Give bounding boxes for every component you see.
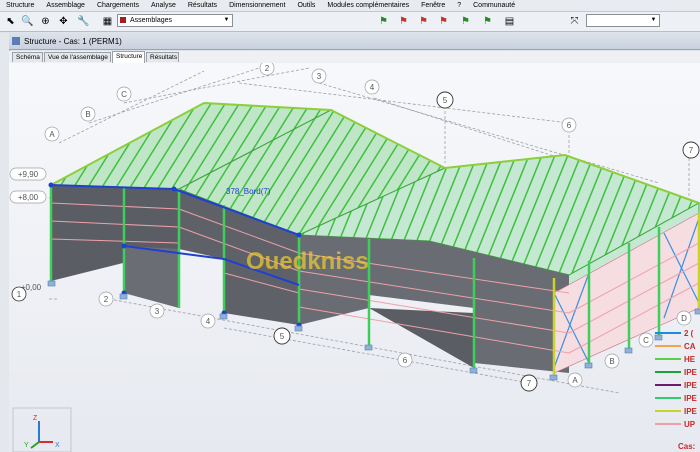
legend-item-6: IPE: [684, 394, 698, 403]
menu-chargements[interactable]: Chargements: [91, 0, 145, 11]
grid-6-top: 6: [567, 121, 572, 130]
profile-legend: 2 ( CA HE IPE IPE IPE IPE UP Cas:: [655, 329, 698, 451]
elevation-labels: +9,90 +8,00 +0,00: [9, 167, 47, 292]
layout-combo[interactable]: Assemblages ▼: [117, 14, 233, 27]
menu-help[interactable]: ?: [451, 0, 467, 11]
grid-3-bottom: 3: [155, 307, 160, 316]
grid-2-top: 2: [265, 64, 270, 73]
cursor-tool-icon[interactable]: ⤧: [566, 13, 583, 30]
secondary-combo[interactable]: ▼: [586, 14, 660, 27]
axis-triad: Z Y X: [12, 407, 72, 452]
grid-B-left: B: [85, 110, 90, 119]
legend-item-1: 2 (: [684, 329, 694, 338]
connection-tool-3-icon[interactable]: ⚑: [415, 13, 432, 30]
connection-tool-4-icon[interactable]: ⚑: [435, 13, 452, 30]
menu-communaute[interactable]: Communauté: [467, 0, 521, 11]
combo-value: Assemblages: [130, 17, 173, 24]
menu-resultats[interactable]: Résultats: [182, 0, 223, 11]
grid-5-top: 5: [443, 96, 448, 105]
tab-structure[interactable]: Structure: [112, 51, 145, 63]
table-icon[interactable]: ▦: [99, 13, 116, 30]
structure-window-icon: [12, 37, 20, 45]
axis-z-label: Z: [33, 415, 38, 422]
menu-modules[interactable]: Modules complémentaires: [321, 0, 415, 11]
grid-4-top: 4: [370, 83, 375, 92]
menu-dimensionnement[interactable]: Dimensionnement: [223, 0, 291, 11]
legend-item-4: IPE: [684, 368, 698, 377]
opening-frame: [369, 308, 474, 368]
bar-label: 378_Bord(7): [226, 187, 271, 196]
connection-tool-2-icon[interactable]: ⚑: [395, 13, 412, 30]
connection-tool-7-icon[interactable]: ▤: [501, 13, 518, 30]
select-arrow-icon[interactable]: ⬉: [2, 13, 19, 30]
tab-resultats[interactable]: Résultats: [146, 52, 179, 62]
tools-wrench-icon[interactable]: 🔧: [75, 13, 92, 30]
structure-3d-view[interactable]: +9,90 +8,00 +0,00 1 2 3 4 5 6 7 2 3 4 5 …: [9, 63, 700, 452]
menu-structure[interactable]: Structure: [0, 0, 40, 11]
menu-bar: Structure Assemblage Chargements Analyse…: [0, 0, 700, 12]
axis-x-label: X: [55, 442, 60, 449]
menu-analyse[interactable]: Analyse: [145, 0, 182, 11]
legend-item-5: IPE: [684, 381, 698, 390]
elevation-9-90: +9,90: [18, 170, 39, 179]
axis-y-label: Y: [24, 442, 29, 449]
grid-C-right: C: [643, 336, 649, 345]
legend-cas: Cas:: [678, 442, 695, 451]
legend-item-7: IPE: [684, 407, 698, 416]
connection-tool-6-icon[interactable]: ⚑: [479, 13, 496, 30]
toolbar: ⬉ 🔍 ⊕ ✥ 🔧 ▦ Assemblages ▼ ⚑ ⚑ ⚑ ⚑ ⚑ ⚑ ▤ …: [0, 12, 700, 32]
menu-assemblage[interactable]: Assemblage: [40, 0, 91, 11]
grid-6-bottom: 6: [403, 356, 408, 365]
view-tabs: Schéma Vue de l'assemblage Structure Rés…: [9, 51, 700, 63]
chevron-down-icon[interactable]: ▼: [222, 15, 231, 26]
grid-7-top: 7: [689, 146, 694, 155]
window-titlebar: Structure - Cas: 1 (PERM1): [9, 33, 700, 50]
menu-fenetre[interactable]: Fenêtre: [415, 0, 451, 11]
pan-icon[interactable]: ✥: [55, 13, 72, 30]
tab-schema[interactable]: Schéma: [12, 52, 43, 62]
connection-tool-1-icon[interactable]: ⚑: [375, 13, 392, 30]
grid-4-bottom: 4: [206, 317, 211, 326]
grid-2-bottom: 2: [104, 295, 109, 304]
grid-A-left: A: [49, 130, 55, 139]
tab-vue-assemblage[interactable]: Vue de l'assemblage: [44, 52, 111, 62]
elevation-8-00: +8,00: [18, 193, 39, 202]
grid-C-left: C: [121, 90, 127, 99]
window-title: Structure - Cas: 1 (PERM1): [24, 36, 122, 46]
grid-1: 1: [17, 290, 22, 299]
color-swatch-icon: [120, 17, 126, 23]
legend-item-8: UP: [684, 420, 696, 429]
grid-A-right: A: [572, 376, 578, 385]
grid-7-bottom: 7: [527, 379, 532, 388]
watermark: Ouedkniss: [246, 248, 369, 275]
grid-B-right: B: [609, 357, 614, 366]
zoom-icon[interactable]: ⊕: [37, 13, 54, 30]
grid-D-right: D: [681, 314, 687, 323]
wall-panel-1: [124, 246, 179, 308]
menu-outils[interactable]: Outils: [291, 0, 321, 11]
legend-item-3: HE: [684, 355, 696, 364]
connection-tool-5-icon[interactable]: ⚑: [457, 13, 474, 30]
chevron-down-icon[interactable]: ▼: [649, 15, 658, 26]
zoom-window-icon[interactable]: 🔍: [19, 13, 36, 30]
grid-3-top: 3: [317, 72, 322, 81]
grid-5-bottom: 5: [280, 332, 285, 341]
legend-item-2: CA: [684, 342, 696, 351]
